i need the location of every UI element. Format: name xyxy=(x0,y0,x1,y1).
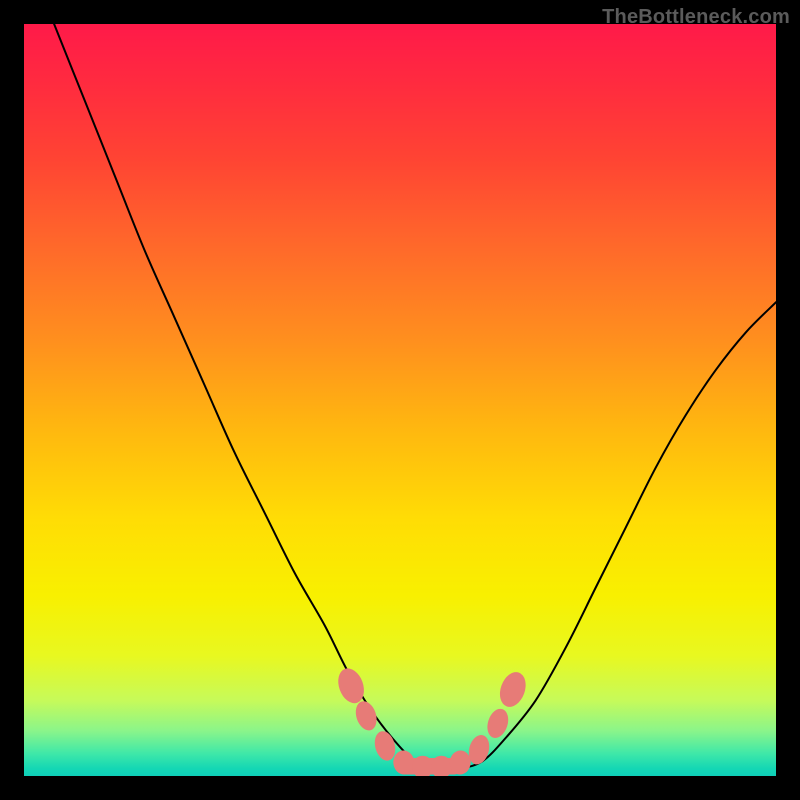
trough-marker xyxy=(334,665,369,707)
bottleneck-curve xyxy=(54,24,776,769)
plot-area xyxy=(24,24,776,776)
trough-marker xyxy=(352,699,380,734)
trough-marker xyxy=(495,668,530,710)
watermark-text: TheBottleneck.com xyxy=(602,6,790,29)
chart-svg xyxy=(24,24,776,776)
chart-frame: TheBottleneck.com xyxy=(0,0,800,800)
